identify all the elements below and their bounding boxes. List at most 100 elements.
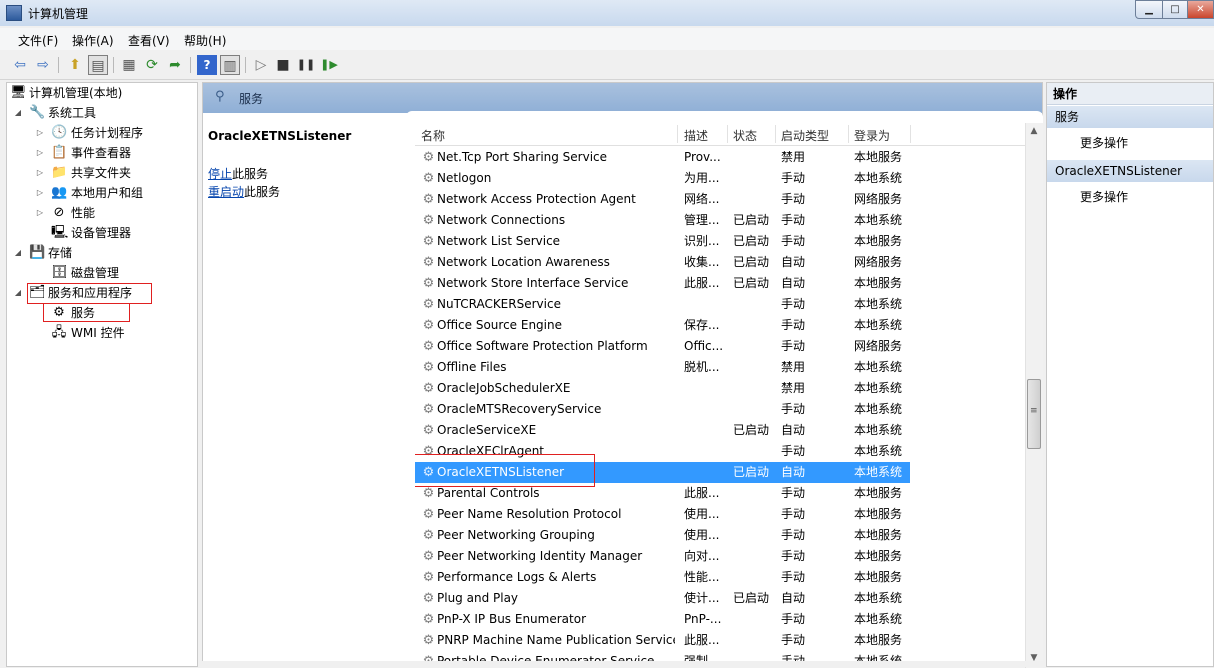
collapse-arrow-icon[interactable]: ◢ (13, 243, 23, 263)
up-icon[interactable]: ⬆ (65, 55, 85, 75)
vertical-scrollbar[interactable]: ▲ ≡ ▼ (1025, 123, 1043, 668)
service-logon-as: 本地服务 (854, 234, 903, 248)
expand-arrow-icon[interactable]: ▷ (35, 123, 45, 143)
restart-service-link[interactable]: 重启动 (208, 185, 244, 199)
service-gear-icon: ⚙ (422, 150, 435, 165)
tree-node[interactable]: ◢ 💾 存储 (7, 243, 197, 263)
close-button[interactable]: ✕ (1187, 0, 1214, 19)
column-logon-as[interactable]: 登录为 (854, 127, 890, 144)
tree-node[interactable]: 🖥 计算机管理(本地) (7, 83, 197, 103)
service-description: 性能... (684, 570, 720, 584)
service-name: Office Source Engine (437, 318, 562, 332)
table-row[interactable]: ⚙ PnP-X IP Bus Enumerator PnP-... 手动 本地系统 (415, 609, 910, 630)
tree-node[interactable]: ▷ 📁 共享文件夹 (7, 163, 197, 183)
table-row[interactable]: ⚙ PNRP Machine Name Publication Service 此服… (415, 630, 910, 651)
column-description[interactable]: 描述 (684, 127, 708, 144)
table-row[interactable]: ⚙ Net.Tcp Port Sharing Service Prov... 禁用 本地… (415, 147, 910, 168)
tree-node[interactable]: ◢ 🔧 系统工具 (7, 103, 197, 123)
refresh-icon[interactable]: ⟳ (142, 55, 162, 75)
table-row[interactable]: ⚙ Network Connections 管理... 已启动 手动 本地系统 (415, 210, 910, 231)
menu-help[interactable]: 帮助(H) (184, 32, 226, 49)
collapse-arrow-icon[interactable]: ◢ (13, 103, 23, 123)
tree-node[interactable]: 🗄 磁盘管理 (7, 263, 197, 283)
properties-icon[interactable]: ▦ (119, 55, 139, 75)
expand-arrow-icon[interactable]: ▷ (35, 163, 45, 183)
column-name[interactable]: 名称 (421, 127, 445, 144)
service-startup-type: 手动 (781, 633, 806, 647)
actions-section-services[interactable]: 服务 (1047, 106, 1213, 128)
help-icon[interactable]: ? (197, 55, 217, 75)
collapse-arrow-icon[interactable]: ◢ (13, 283, 23, 303)
restart-icon[interactable]: ❚▶ (319, 55, 339, 75)
export-icon[interactable]: ➦ (165, 55, 185, 75)
tree-node-label: WMI 控件 (71, 326, 125, 340)
maximize-button[interactable]: □ (1162, 0, 1188, 19)
service-logon-as: 本地服务 (854, 507, 903, 521)
tree-node[interactable]: ▷ ⊘ 性能 (7, 203, 197, 223)
scroll-up-arrow[interactable]: ▲ (1029, 126, 1039, 136)
table-row[interactable]: ⚙ OracleMTSRecoveryService 手动 本地系统 (415, 399, 910, 420)
service-startup-type: 手动 (781, 570, 806, 584)
service-description: Prov... (684, 150, 721, 164)
table-row[interactable]: ⚙ Performance Logs & Alerts 性能... 手动 本地服务 (415, 567, 910, 588)
table-row[interactable]: ⚙ Plug and Play 使计... 已启动 自动 本地系统 (415, 588, 910, 609)
table-row[interactable]: ⚙ Network Store Interface Service 此服... 已启动… (415, 273, 910, 294)
menu-file[interactable]: 文件(F) (18, 32, 58, 49)
tree-node[interactable]: ▷ 👥 本地用户和组 (7, 183, 197, 203)
service-startup-type: 手动 (781, 339, 806, 353)
table-row[interactable]: ⚙ NuTCRACKERService 手动 本地系统 (415, 294, 910, 315)
service-logon-as: 本地服务 (854, 528, 903, 542)
forward-icon[interactable]: ⇨ (33, 55, 53, 75)
table-row[interactable]: ⚙ Netlogon 为用... 手动 本地系统 (415, 168, 910, 189)
back-icon[interactable]: ⇦ (10, 55, 30, 75)
table-row[interactable]: ⚙ Peer Networking Grouping 使用... 手动 本地服务 (415, 525, 910, 546)
service-logon-as: 本地系统 (854, 444, 903, 458)
expand-arrow-icon[interactable]: ▷ (35, 143, 45, 163)
start-icon[interactable]: ▷ (251, 55, 271, 75)
service-startup-type: 禁用 (781, 360, 806, 374)
sort-indicator: ^ (543, 123, 551, 128)
service-description: 收集... (684, 255, 720, 269)
table-row[interactable]: ⚙ Network Access Protection Agent 网络... 手动 网… (415, 189, 910, 210)
service-status: 已启动 (733, 276, 770, 290)
table-row[interactable]: ⚙ Peer Name Resolution Protocol 使用... 手动 本地服… (415, 504, 910, 525)
table-row[interactable]: ⚙ Office Software Protection Platform Offi… (415, 336, 910, 357)
expand-arrow-icon[interactable]: ▷ (35, 203, 45, 223)
actions-section-selected-service[interactable]: OracleXETNSListener (1047, 160, 1213, 182)
tree-node[interactable]: 🖳 设备管理器 (7, 223, 197, 243)
tree-node-label: 事件查看器 (71, 146, 132, 160)
table-row[interactable]: ⚙ Network List Service 识别... 已启动 手动 本地服务 (415, 231, 910, 252)
stop-icon[interactable]: ■ (273, 55, 293, 75)
show-action-pane-icon[interactable]: ▥ (220, 55, 240, 75)
table-row[interactable]: ⚙ Network Location Awareness 收集... 已启动 自动 网络服… (415, 252, 910, 273)
tree-node[interactable]: 🖧 WMI 控件 (7, 323, 197, 343)
service-logon-as: 本地服务 (854, 549, 903, 563)
scroll-thumb[interactable]: ≡ (1027, 379, 1041, 449)
show-hide-tree-icon[interactable]: ▤ (88, 55, 108, 75)
tree-node[interactable]: ▷ 🕓 任务计划程序 (7, 123, 197, 143)
service-name: OracleMTSRecoveryService (437, 402, 602, 416)
tree-node-icon: 🖥 (10, 85, 27, 100)
service-gear-icon: ⚙ (422, 549, 435, 564)
table-row[interactable]: ⚙ OracleJobSchedulerXE 禁用 本地系统 (415, 378, 910, 399)
stop-service-link[interactable]: 停止 (208, 167, 232, 181)
column-startup-type[interactable]: 启动类型 (781, 127, 829, 144)
menu-action[interactable]: 操作(A) (72, 32, 114, 49)
table-row[interactable]: ⚙ OracleServiceXE 已启动 自动 本地系统 (415, 420, 910, 441)
table-row[interactable]: ⚙ Offline Files 脱机... 禁用 本地系统 (415, 357, 910, 378)
table-row[interactable]: ⚙ Office Source Engine 保存... 手动 本地系统 (415, 315, 910, 336)
tree-node[interactable]: ▷ 📋 事件查看器 (7, 143, 197, 163)
tree-node-icon: 🗄 (51, 265, 68, 280)
column-status[interactable]: 状态 (733, 127, 757, 144)
service-logon-as: 网络服务 (854, 255, 903, 269)
expand-arrow-icon[interactable]: ▷ (35, 183, 45, 203)
more-actions-item[interactable]: 更多操作 (1080, 134, 1128, 151)
service-name: OracleJobSchedulerXE (437, 381, 571, 395)
menu-view[interactable]: 查看(V) (128, 32, 170, 49)
minimize-button[interactable]: ▁ (1135, 0, 1163, 19)
service-logon-as: 本地系统 (854, 402, 903, 416)
pause-icon[interactable]: ❚❚ (296, 55, 316, 75)
more-actions-item[interactable]: 更多操作 (1080, 188, 1128, 205)
service-gear-icon: ⚙ (422, 318, 435, 333)
table-row[interactable]: ⚙ Peer Networking Identity Manager 向对... 手动… (415, 546, 910, 567)
